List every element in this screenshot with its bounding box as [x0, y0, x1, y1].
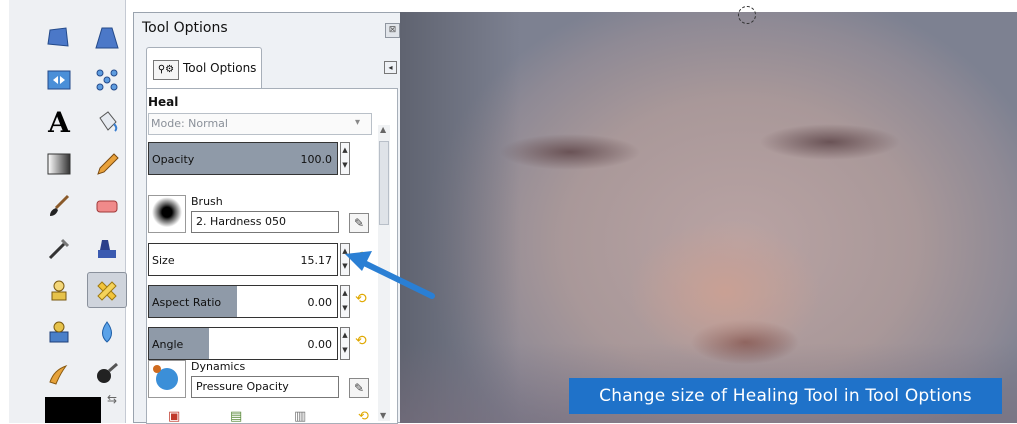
callout-arrow	[345, 251, 435, 299]
caption-banner: Change size of Healing Tool in Tool Opti…	[569, 378, 1002, 414]
